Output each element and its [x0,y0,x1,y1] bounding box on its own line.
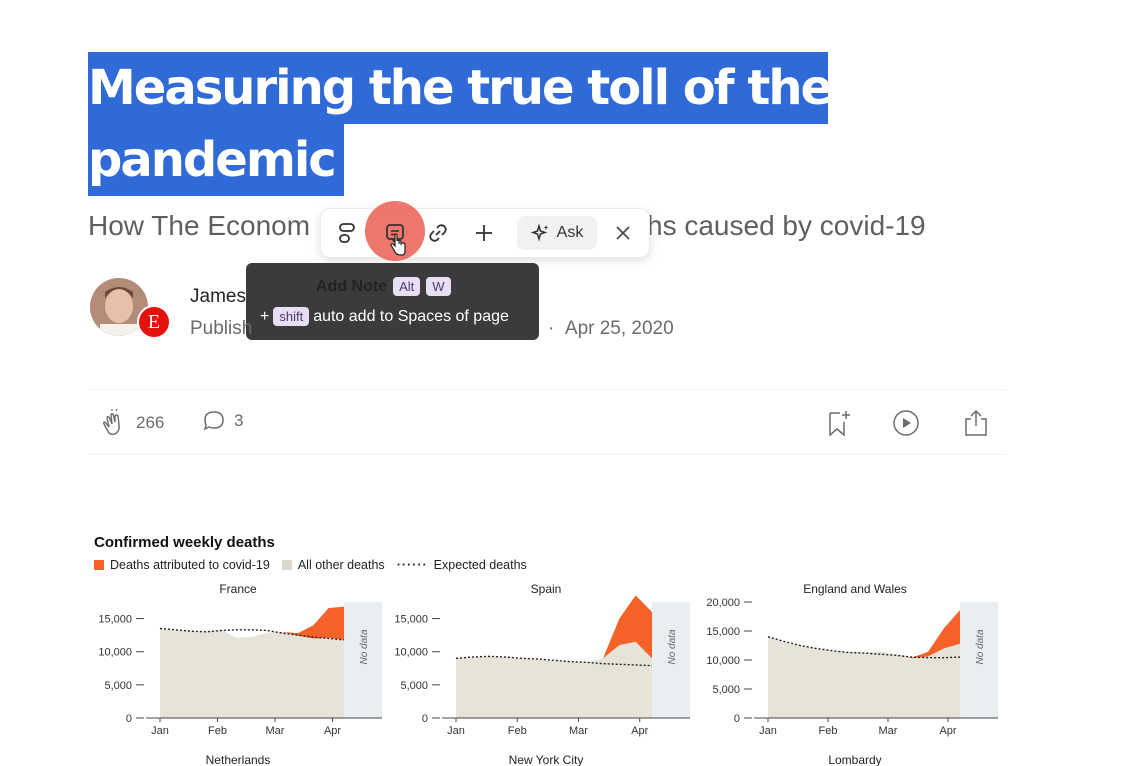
x-tick-label-0-1: Feb [208,725,227,737]
comment-count: 3 [234,411,244,430]
y-tick-label-0-2: 5,000 [104,680,132,692]
other-deaths-area-0 [160,628,344,718]
tooltip-plus: + [260,307,270,325]
y-tick-label-1-2: 5,000 [400,680,428,692]
author-name[interactable]: James [190,286,246,308]
panel-title-0: France [219,582,257,596]
y-tick-label-1-1: 10,000 [394,647,428,659]
plus-icon[interactable] [468,217,500,249]
y-tick-label-2-2: 10,000 [706,655,740,667]
no-data-label-2: No data [975,629,986,664]
next-panel-title-0: Netherlands [206,753,271,766]
x-tick-label-0-0: Jan [151,725,169,737]
publication-badge[interactable]: E [137,305,171,339]
close-icon[interactable] [607,217,639,249]
divider-bottom [88,454,1006,455]
link-icon[interactable] [422,217,454,249]
comment-icon [203,411,224,431]
panel-title-2: England and Wales [803,582,907,596]
next-panel-title-2: Lombardy [828,753,881,766]
article-title-line-1: Measuring the true toll of the [88,52,833,124]
no-data-label-1: No data [667,629,678,664]
panel-title-1: Spain [531,582,562,596]
clap-icon [102,409,120,436]
comment-button[interactable]: 3 [202,409,243,433]
sparkle-icon [530,223,549,242]
ask-button[interactable]: Ask [517,216,597,250]
y-tick-label-2-4: 0 [734,713,740,725]
x-tick-label-2-2: Mar [879,725,898,737]
x-tick-label-2-0: Jan [759,725,777,737]
x-tick-label-1-2: Mar [569,725,588,737]
charts-svg: France No data 15,000 10,000 5,000 0 Jan Feb Mar… [98,582,998,766]
add-note-tooltip: Add Note Alt W + shift auto add to Space… [246,263,539,340]
clap-count: 266 [136,413,165,432]
y-tick-label-0-1: 10,000 [98,647,132,659]
clap-button[interactable]: 266 [100,409,164,437]
published-in-label: Publish [190,318,253,339]
bookmark-icon[interactable] [826,408,856,438]
next-panel-title-1: New York City [509,753,584,766]
play-icon[interactable] [891,408,921,438]
x-tick-label-2-1: Feb [819,725,838,737]
y-tick-label-2-1: 15,000 [706,626,740,638]
y-tick-label-0-0: 15,000 [98,614,132,626]
x-tick-label-0-3: Apr [324,725,341,737]
x-tick-label-1-3: Apr [631,725,648,737]
ask-label: Ask [556,224,584,241]
other-deaths-area-1 [456,641,652,718]
article-subtitle-left: How The Econom [88,210,311,241]
hand-cursor-icon [387,231,409,259]
divider-top [88,389,1006,390]
x-tick-label-0-2: Mar [266,725,285,737]
y-tick-label-1-0: 15,000 [394,614,428,626]
y-tick-label-1-3: 0 [422,713,428,725]
article-title-line-2: pandemic [88,124,344,196]
chart-figure: Confirmed weekly deaths Deaths attribute… [88,520,1006,766]
y-tick-label-2-0: 20,000 [706,597,740,609]
publish-date: · Apr 25, 2020 [548,318,674,339]
no-data-label-0: No data [359,629,370,664]
share-icon[interactable] [962,408,992,438]
tooltip-key-w: W [426,277,451,296]
article-subtitle-right: hs caused by covid-19 [647,210,926,241]
selection-toolbar: Ask [320,201,650,261]
x-tick-label-1-1: Feb [508,725,527,737]
tooltip-key-shift: shift [273,307,310,326]
tooltip-title: Add Note [316,277,388,295]
tooltip-key-alt: Alt [393,277,421,296]
y-tick-label-2-3: 5,000 [712,684,740,696]
tooltip-text: auto add to Spaces of page [313,307,509,325]
x-tick-label-2-3: Apr [939,725,956,737]
y-tick-label-0-3: 0 [126,713,132,725]
x-tick-label-1-0: Jan [447,725,465,737]
layout-icon[interactable] [331,217,363,249]
